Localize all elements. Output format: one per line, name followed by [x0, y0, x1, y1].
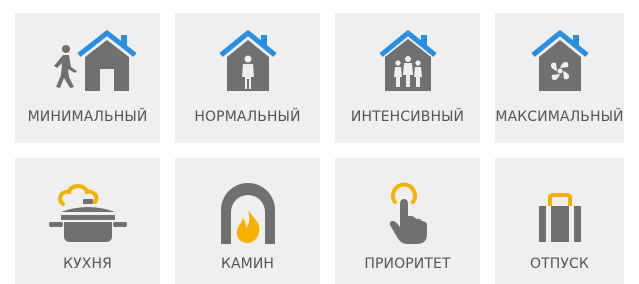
- cooking-pot-icon: [15, 180, 160, 244]
- fireplace-button[interactable]: КАМИН: [175, 158, 320, 284]
- function-label: ОТПУСК: [530, 256, 589, 272]
- group-house-icon: [335, 27, 480, 91]
- touch-finger-icon: [335, 180, 480, 244]
- priority-button[interactable]: ПРИОРИТЕТ: [335, 158, 480, 284]
- fan-house-icon: [495, 27, 624, 91]
- person-house-icon: [175, 27, 320, 91]
- kitchen-button[interactable]: КУХНЯ: [15, 158, 160, 284]
- walking-person-house-icon: [15, 27, 160, 91]
- function-label: ПРИОРИТЕТ: [364, 256, 451, 272]
- fireplace-icon: [175, 180, 320, 244]
- mode-maximal-button[interactable]: МАКСИМАЛЬНЫЙ: [495, 13, 624, 143]
- vacation-button[interactable]: ОТПУСК: [495, 158, 624, 284]
- mode-intensive-button[interactable]: ИНТЕНСИВНЫЙ: [335, 13, 480, 143]
- suitcase-icon: [495, 180, 624, 244]
- mode-minimal-button[interactable]: МИНИМАЛЬНЫЙ: [15, 13, 160, 143]
- mode-label: МАКСИМАЛЬНЫЙ: [495, 109, 624, 125]
- function-label: КУХНЯ: [63, 256, 112, 272]
- mode-label: ИНТЕНСИВНЫЙ: [350, 109, 465, 125]
- function-label: КАМИН: [220, 256, 275, 272]
- mode-normal-button[interactable]: НОРМАЛЬНЫЙ: [175, 13, 320, 143]
- mode-label: НОРМАЛЬНЫЙ: [194, 109, 301, 125]
- mode-label: МИНИМАЛЬНЫЙ: [27, 109, 148, 125]
